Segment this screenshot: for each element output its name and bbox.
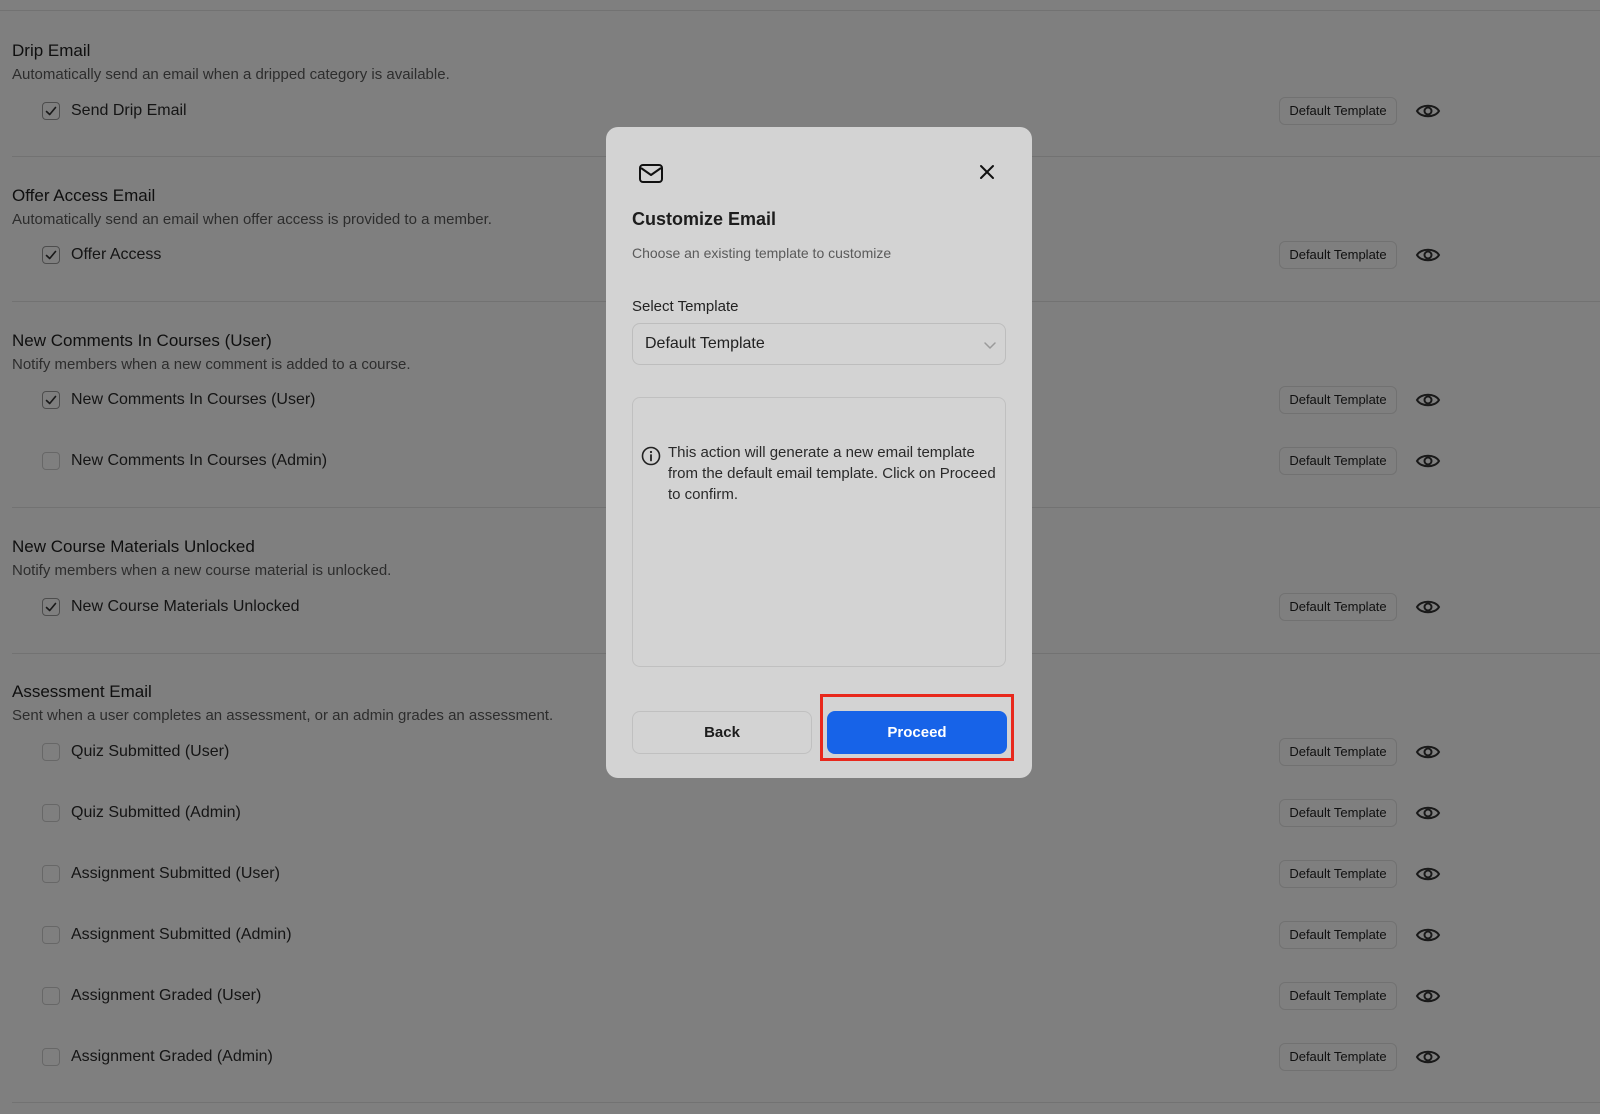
close-icon[interactable] — [978, 163, 996, 181]
select-template-label: Select Template — [632, 298, 739, 315]
modal-subtitle: Choose an existing template to customize — [632, 245, 892, 261]
info-panel: This action will generate a new email te… — [632, 397, 1006, 667]
back-button[interactable]: Back — [632, 711, 812, 754]
template-select[interactable]: Default Template — [632, 323, 1006, 365]
template-select-value: Default Template — [645, 335, 765, 352]
modal-title: Customize Email — [632, 209, 777, 229]
info-icon — [641, 446, 661, 466]
chevron-down-icon — [983, 338, 997, 350]
customize-email-dialog: Customize Email Choose an existing templ… — [606, 127, 1032, 778]
email-settings-page: Drip Email Automatically send an email w… — [0, 0, 1600, 1114]
proceed-button[interactable]: Proceed — [827, 711, 1007, 754]
mail-icon — [638, 163, 664, 185]
info-message: This action will generate a new email te… — [668, 444, 996, 503]
